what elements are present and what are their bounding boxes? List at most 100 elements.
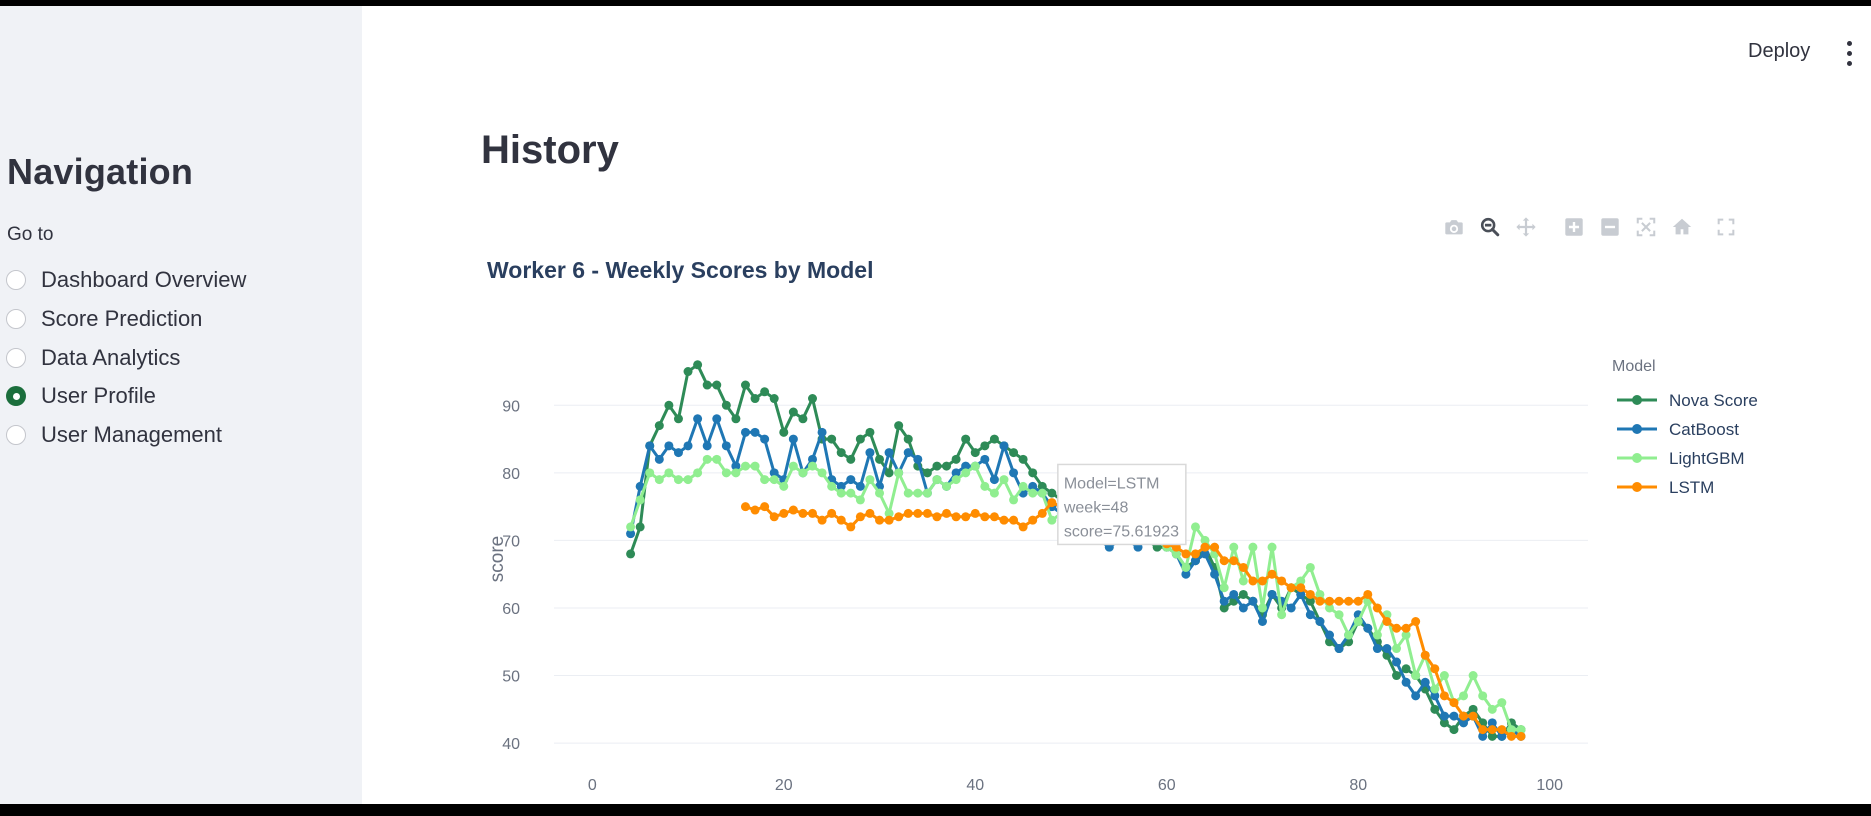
data-point [1382,644,1392,654]
data-point [999,441,1009,451]
data-point [664,468,674,478]
deploy-button[interactable]: Deploy [1740,36,1818,67]
data-point [989,475,999,485]
radio-option-user-management[interactable]: User Management [6,419,222,451]
data-point [1047,515,1057,525]
data-point [1009,515,1019,525]
data-point [635,495,645,505]
data-point [875,488,885,498]
data-point [1018,522,1028,532]
data-point [1449,711,1459,721]
data-point [808,461,817,471]
camera-icon[interactable] [1436,210,1472,244]
data-point [721,400,731,410]
radio-option-data-analytics[interactable]: Data Analytics [6,342,180,374]
legend-swatch-marker [1632,424,1642,434]
legend-swatch-marker [1632,395,1642,405]
data-point [760,434,770,444]
radio-button[interactable] [6,270,26,290]
data-point [750,461,760,471]
data-point [1315,616,1325,626]
zoom-icon[interactable] [1472,210,1508,244]
pan-icon[interactable] [1508,210,1544,244]
data-point [932,461,942,471]
data-point [740,502,750,512]
data-point [1506,731,1516,741]
data-point [817,468,827,478]
app-frame: Navigation Go to Dashboard Overview Scor… [0,6,1871,804]
data-point [894,468,904,478]
data-point [693,468,703,478]
data-point [779,508,789,518]
data-point [980,454,990,464]
radio-button[interactable] [6,309,26,329]
data-point [712,380,722,390]
data-point [894,421,904,431]
radio-option-user-profile[interactable]: User Profile [6,380,156,412]
radio-option-dashboard-overview[interactable]: Dashboard Overview [6,264,246,296]
data-point [1372,644,1382,654]
data-point [1305,562,1315,572]
data-point [865,448,875,458]
reset-axes-icon[interactable] [1664,210,1700,244]
data-point [760,475,770,485]
data-point [1238,603,1248,613]
data-point [1392,623,1402,633]
data-point [1392,671,1402,681]
data-point [1248,596,1258,606]
data-point [1047,488,1057,498]
data-point [750,427,760,437]
zoom-in-icon[interactable] [1556,210,1592,244]
radio-button[interactable] [6,348,26,368]
data-point [865,475,875,485]
data-point [626,522,636,532]
radio-button[interactable] [6,425,26,445]
data-point [980,512,990,522]
data-point [1439,711,1449,721]
page-title: History [481,128,619,172]
data-point [846,488,856,498]
data-point [788,407,798,417]
legend-label: LightGBM [1669,449,1745,468]
data-point [1459,691,1469,701]
data-point [1468,671,1478,681]
zoom-out-icon[interactable] [1592,210,1628,244]
data-point [721,441,731,451]
data-point [1028,488,1038,498]
data-point [712,454,722,464]
legend-item-catboost: CatBoost [1617,420,1739,439]
fullscreen-icon[interactable] [1708,210,1744,244]
radio-option-score-prediction[interactable]: Score Prediction [6,303,202,335]
data-point [702,441,712,451]
data-point [942,481,952,491]
y-tick-label: 90 [502,398,520,415]
radio-button-selected[interactable] [6,386,26,406]
data-point [1219,583,1229,593]
data-point [884,448,894,458]
data-point [1018,481,1028,491]
data-point [1449,698,1459,708]
data-point [1382,616,1392,626]
line-chart[interactable]: Worker 6 - Weekly Scores by Model4050607… [470,246,1770,798]
autoscale-icon[interactable] [1628,210,1664,244]
data-point [999,475,1009,485]
data-point [1420,650,1430,660]
x-tick-label: 20 [775,777,793,794]
data-point [951,512,961,522]
data-point [702,380,712,390]
data-point [1210,542,1220,552]
data-point [922,468,932,478]
data-point [1009,468,1019,478]
data-point [827,508,837,518]
data-point [779,427,789,437]
sidebar-title: Navigation [7,151,194,192]
data-point [731,414,741,424]
data-point [769,394,779,404]
data-point [673,475,683,485]
kebab-menu-icon[interactable] [1838,36,1860,70]
data-point [798,414,808,424]
data-point [846,475,856,485]
data-point [1047,498,1057,508]
data-point [865,508,875,518]
data-point [1257,603,1267,613]
